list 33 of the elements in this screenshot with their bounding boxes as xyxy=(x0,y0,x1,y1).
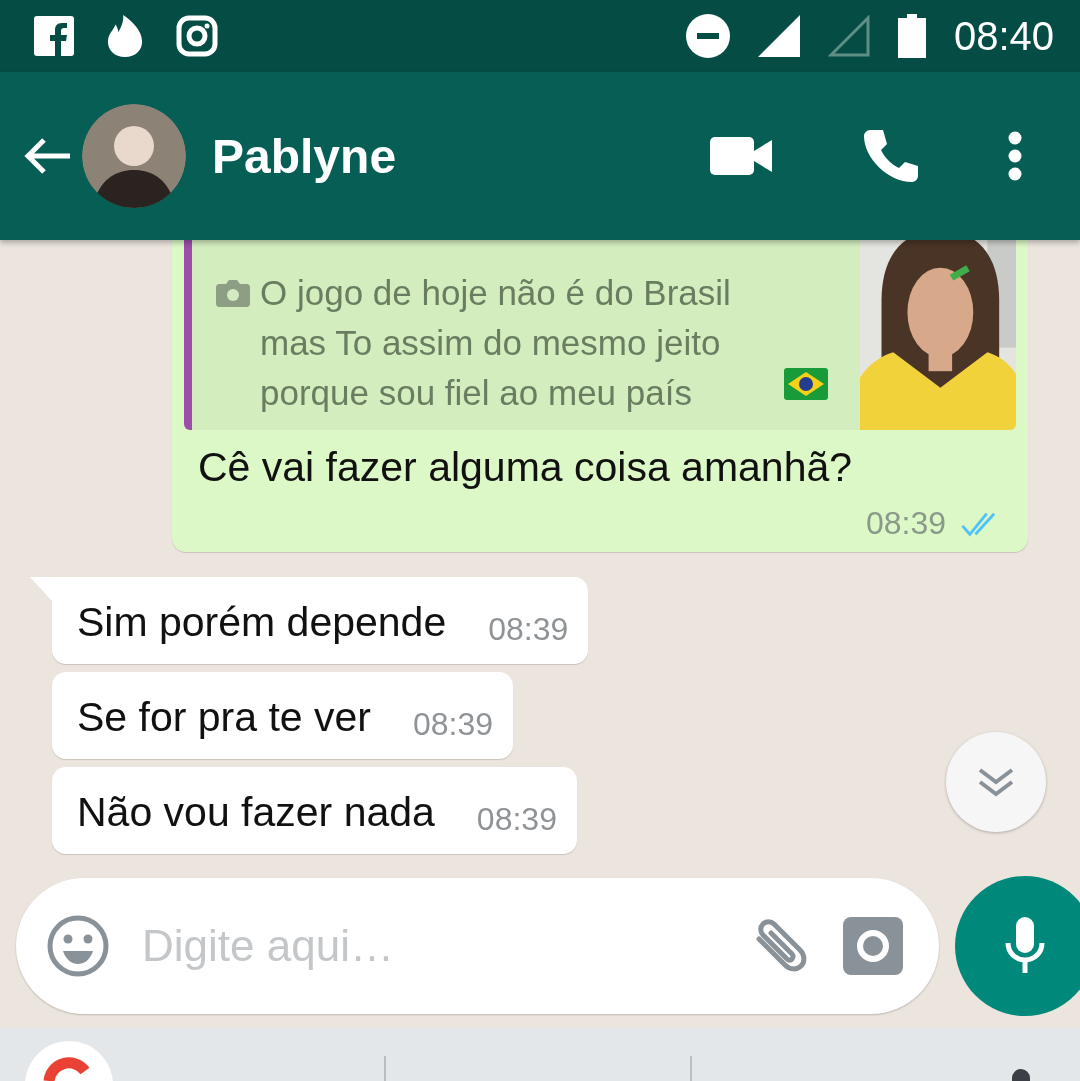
do-not-disturb-icon xyxy=(685,14,730,58)
facebook-icon xyxy=(34,16,74,56)
message-input-field[interactable]: Digite aqui… xyxy=(140,920,719,972)
mic-icon xyxy=(1005,917,1045,975)
message-text: Sim porém depende xyxy=(77,599,447,646)
back-button[interactable] xyxy=(22,136,72,176)
signal-icon xyxy=(757,15,800,57)
contact-name[interactable]: Pablyne xyxy=(212,128,710,184)
message-time: 08:39 xyxy=(865,505,946,542)
signal-icon xyxy=(827,15,870,57)
phone-icon[interactable] xyxy=(862,128,918,184)
message-time: 08:39 xyxy=(412,706,494,743)
clock: 08:40 xyxy=(953,13,1054,59)
message-text: Não vou fazer nada xyxy=(77,789,435,836)
message-time: 08:39 xyxy=(488,611,569,648)
flag-icon xyxy=(784,368,828,400)
camera-icon[interactable] xyxy=(843,917,903,975)
more-options-icon[interactable] xyxy=(1008,131,1022,181)
battery-icon xyxy=(897,14,926,58)
quoted-caption: O jogo de hoje não é do Brasil mas To assim do mesmo jeito porque sou fiel ao meu país xyxy=(260,273,731,412)
message-text: Cê vai fazer alguma coisa amanhã? xyxy=(197,443,854,491)
flame-icon xyxy=(106,15,144,57)
camera-icon xyxy=(176,15,218,57)
message-text: Se for pra te ver xyxy=(77,694,371,741)
quoted-message[interactable]: O jogo de hoje não é do Brasil mas To assim do mesmo jeito porque sou fiel ao meu país xyxy=(184,240,1016,430)
avatar[interactable] xyxy=(82,104,186,208)
mic-icon[interactable] xyxy=(1012,1069,1030,1081)
chevron-down-icon xyxy=(976,766,1016,798)
emoji-icon[interactable] xyxy=(46,914,110,978)
video-call-icon[interactable] xyxy=(710,137,772,175)
camera-icon xyxy=(216,279,250,307)
logo-icon[interactable] xyxy=(25,1041,113,1081)
message-time: 08:39 xyxy=(476,801,557,838)
